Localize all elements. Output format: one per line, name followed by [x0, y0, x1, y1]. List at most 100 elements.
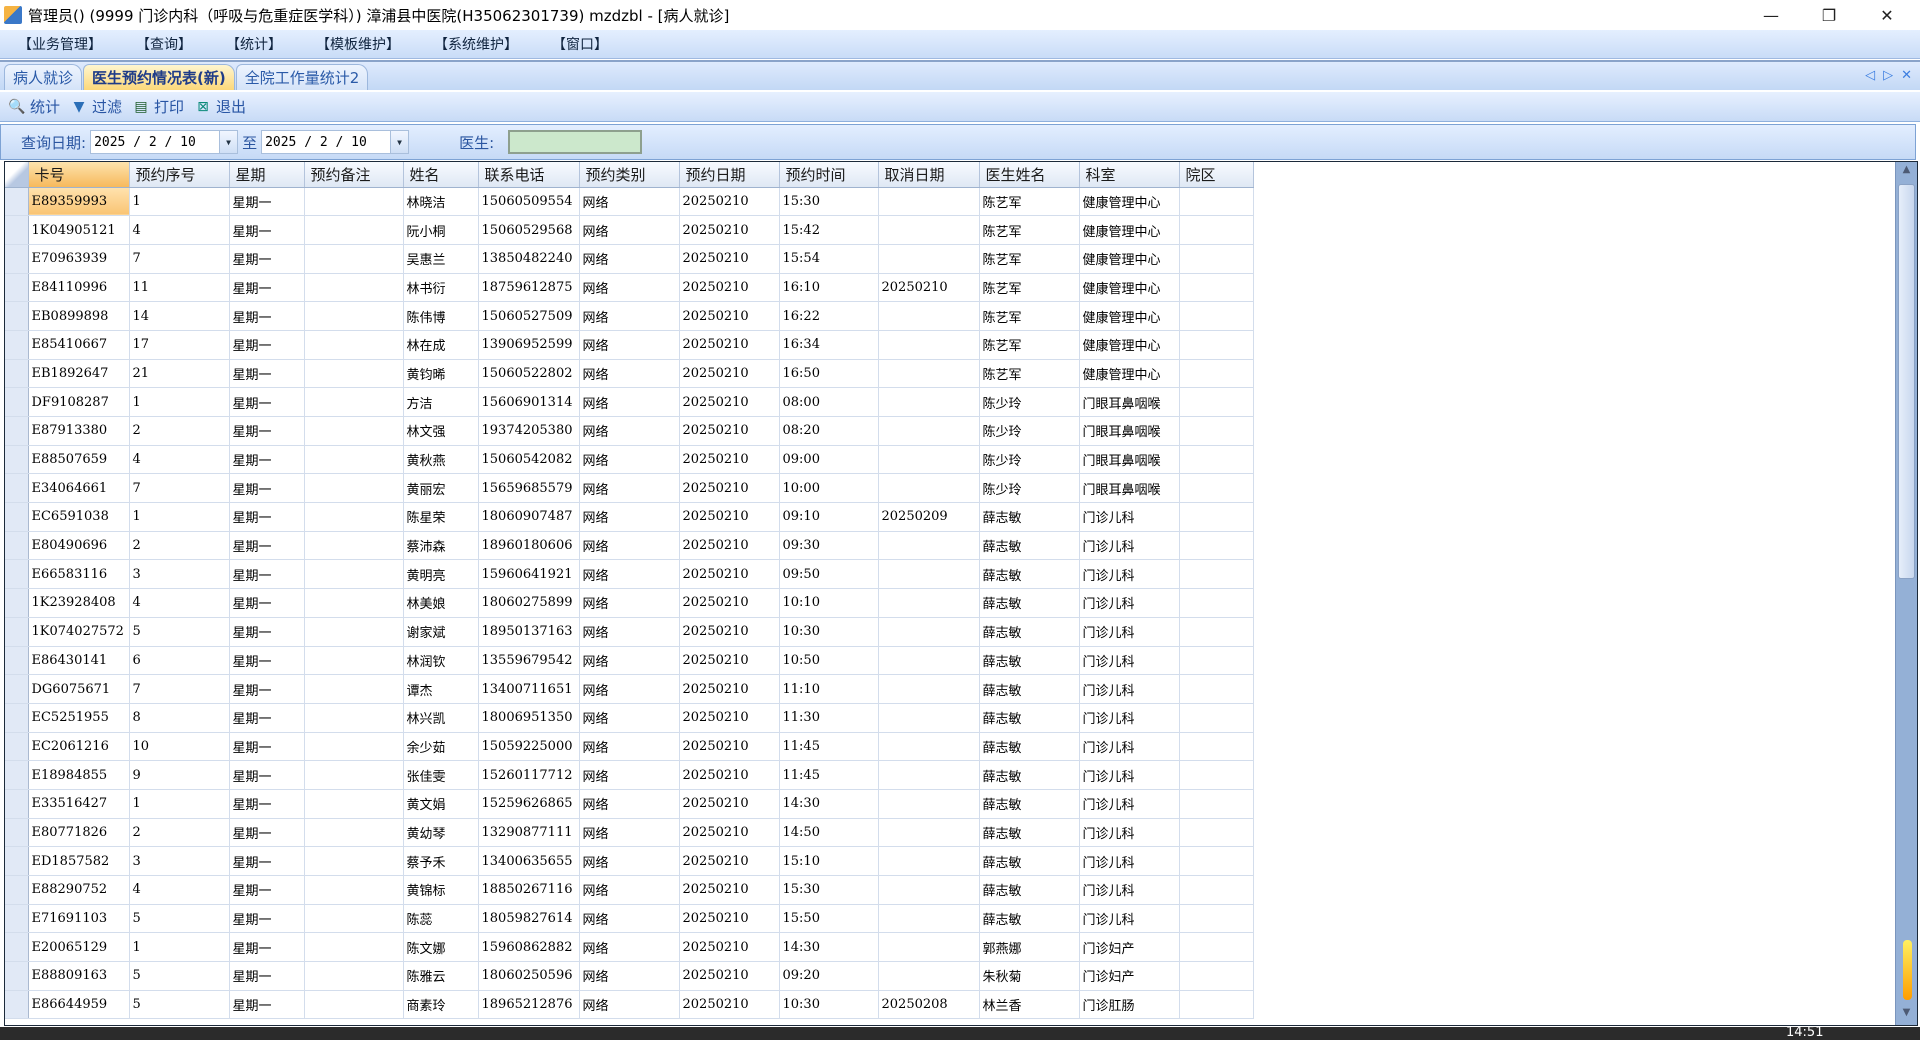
table-row[interactable]: 1K04905121 4 星期一 阮小桐 15060529568 网络 20250210 15…: [5, 215, 1254, 245]
cell-11[interactable]: 健康管理中心: [1079, 244, 1180, 274]
cell-4[interactable]: 林晓洁: [403, 187, 479, 217]
cell-6[interactable]: 网络: [579, 559, 680, 590]
cell-0[interactable]: E70963939: [28, 244, 130, 274]
tab-next-icon[interactable]: ▷: [1883, 68, 1893, 83]
cell-9[interactable]: [878, 961, 980, 991]
cell-7[interactable]: 20250210: [679, 301, 780, 331]
cell-10[interactable]: 陈艺军: [979, 301, 1080, 331]
cell-6[interactable]: 网络: [579, 646, 680, 676]
cell-9[interactable]: [878, 674, 980, 704]
row-header[interactable]: [5, 846, 29, 876]
table-row[interactable]: DG6075671 7 星期一 谭杰 13400711651 网络 20250210 11:1…: [5, 674, 1254, 704]
cell-0[interactable]: E80490696: [28, 531, 130, 561]
cell-6[interactable]: 网络: [579, 674, 680, 704]
cell-2[interactable]: 星期一: [229, 473, 305, 504]
cell-0[interactable]: E80771826: [28, 818, 130, 848]
cell-8[interactable]: 15:54: [779, 244, 879, 274]
cell-0[interactable]: DG6075671: [28, 674, 130, 704]
cell-6[interactable]: 网络: [579, 445, 680, 475]
cell-9[interactable]: 20250208: [878, 990, 980, 1020]
cell-7[interactable]: 20250210: [679, 818, 780, 848]
cell-3[interactable]: [304, 387, 404, 417]
cell-0[interactable]: E66583116: [28, 559, 130, 590]
cell-8[interactable]: 10:50: [779, 646, 879, 676]
cell-11[interactable]: 门诊儿科: [1079, 875, 1180, 905]
column-header[interactable]: 卡号: [28, 162, 130, 188]
cell-6[interactable]: 网络: [579, 818, 680, 848]
cell-10[interactable]: 薛志敏: [979, 818, 1080, 848]
cell-6[interactable]: 网络: [579, 961, 680, 991]
cell-1[interactable]: 2: [129, 531, 230, 561]
cell-7[interactable]: 20250210: [679, 244, 780, 274]
cell-4[interactable]: 陈雅云: [403, 961, 479, 991]
cell-12[interactable]: [1179, 646, 1254, 676]
doctor-input[interactable]: [508, 130, 643, 154]
cell-8[interactable]: 16:34: [779, 330, 879, 360]
cell-1[interactable]: 4: [129, 445, 230, 475]
table-row[interactable]: E88290752 4 星期一 黄锦标 18850267116 网络 20250210 15:…: [5, 875, 1254, 905]
cell-3[interactable]: [304, 674, 404, 704]
cell-5[interactable]: 18060275899: [478, 588, 580, 618]
cell-7[interactable]: 20250210: [679, 330, 780, 360]
cell-2[interactable]: 星期一: [229, 703, 305, 733]
column-header[interactable]: 姓名: [403, 162, 479, 188]
cell-5[interactable]: 13906952599: [478, 330, 580, 360]
menu-item[interactable]: 【业务管理】: [18, 34, 102, 54]
table-row[interactable]: EC2061216 10 星期一 余少茹 15059225000 网络 20250210 11…: [5, 732, 1254, 762]
cell-12[interactable]: [1179, 818, 1254, 848]
cell-0[interactable]: E86430141: [28, 646, 130, 676]
table-row[interactable]: EB1892647 21 星期一 黄钧晞 15060522802 网络 20250210 16…: [5, 359, 1254, 389]
cell-7[interactable]: 20250210: [679, 416, 780, 446]
cell-11[interactable]: 门诊儿科: [1079, 818, 1180, 848]
cell-1[interactable]: 5: [129, 990, 230, 1020]
cell-10[interactable]: 薛志敏: [979, 502, 1080, 532]
cell-1[interactable]: 5: [129, 617, 230, 647]
cell-5[interactable]: 19374205380: [478, 416, 580, 446]
column-header[interactable]: 取消日期: [878, 162, 980, 188]
column-header[interactable]: 预约类别: [579, 162, 680, 188]
row-header[interactable]: [5, 732, 29, 762]
row-header[interactable]: [5, 703, 29, 733]
cell-7[interactable]: 20250210: [679, 215, 780, 245]
cell-10[interactable]: 陈少玲: [979, 387, 1080, 417]
cell-2[interactable]: 星期一: [229, 932, 305, 963]
table-row[interactable]: E34064661 7 星期一 黄丽宏 15659685579 网络 20250210 10:…: [5, 473, 1254, 504]
cell-7[interactable]: 20250210: [679, 617, 780, 647]
cell-8[interactable]: 15:42: [779, 215, 879, 245]
menu-item[interactable]: 【模板维护】: [316, 34, 400, 54]
cell-0[interactable]: ED1857582: [28, 846, 130, 876]
cell-10[interactable]: 薛志敏: [979, 703, 1080, 733]
toolbar-magnifier-button[interactable]: 🔍 统计: [8, 96, 60, 117]
select-all-corner[interactable]: [5, 162, 29, 188]
cell-9[interactable]: [878, 330, 980, 360]
cell-10[interactable]: 陈艺军: [979, 359, 1080, 389]
cell-5[interactable]: 18059827614: [478, 904, 580, 934]
cell-3[interactable]: [304, 961, 404, 991]
cell-4[interactable]: 陈伟博: [403, 301, 479, 331]
cell-11[interactable]: 门眼耳鼻咽喉: [1079, 416, 1180, 446]
table-row[interactable]: E85410667 17 星期一 林在成 13906952599 网络 20250210 16…: [5, 330, 1254, 360]
cell-10[interactable]: 陈少玲: [979, 416, 1080, 446]
cell-1[interactable]: 1: [129, 187, 230, 217]
cell-1[interactable]: 11: [129, 273, 230, 303]
cell-11[interactable]: 门诊儿科: [1079, 531, 1180, 561]
cell-3[interactable]: [304, 330, 404, 360]
cell-11[interactable]: 门诊儿科: [1079, 588, 1180, 618]
table-row[interactable]: ED1857582 3 星期一 蔡予禾 13400635655 网络 20250210 15:…: [5, 846, 1254, 876]
cell-2[interactable]: 星期一: [229, 187, 305, 217]
row-header[interactable]: [5, 961, 29, 991]
cell-0[interactable]: EB1892647: [28, 359, 130, 389]
cell-0[interactable]: E86644959: [28, 990, 130, 1020]
cell-7[interactable]: 20250210: [679, 703, 780, 733]
cell-3[interactable]: [304, 301, 404, 331]
cell-8[interactable]: 11:30: [779, 703, 879, 733]
cell-0[interactable]: 1K074027572: [28, 617, 130, 647]
cell-9[interactable]: [878, 789, 980, 819]
cell-0[interactable]: E88290752: [28, 875, 130, 905]
column-header[interactable]: 联系电话: [478, 162, 580, 188]
cell-0[interactable]: E85410667: [28, 330, 130, 360]
cell-3[interactable]: [304, 818, 404, 848]
cell-8[interactable]: 11:10: [779, 674, 879, 704]
cell-0[interactable]: EC2061216: [28, 732, 130, 762]
cell-8[interactable]: 10:00: [779, 473, 879, 504]
